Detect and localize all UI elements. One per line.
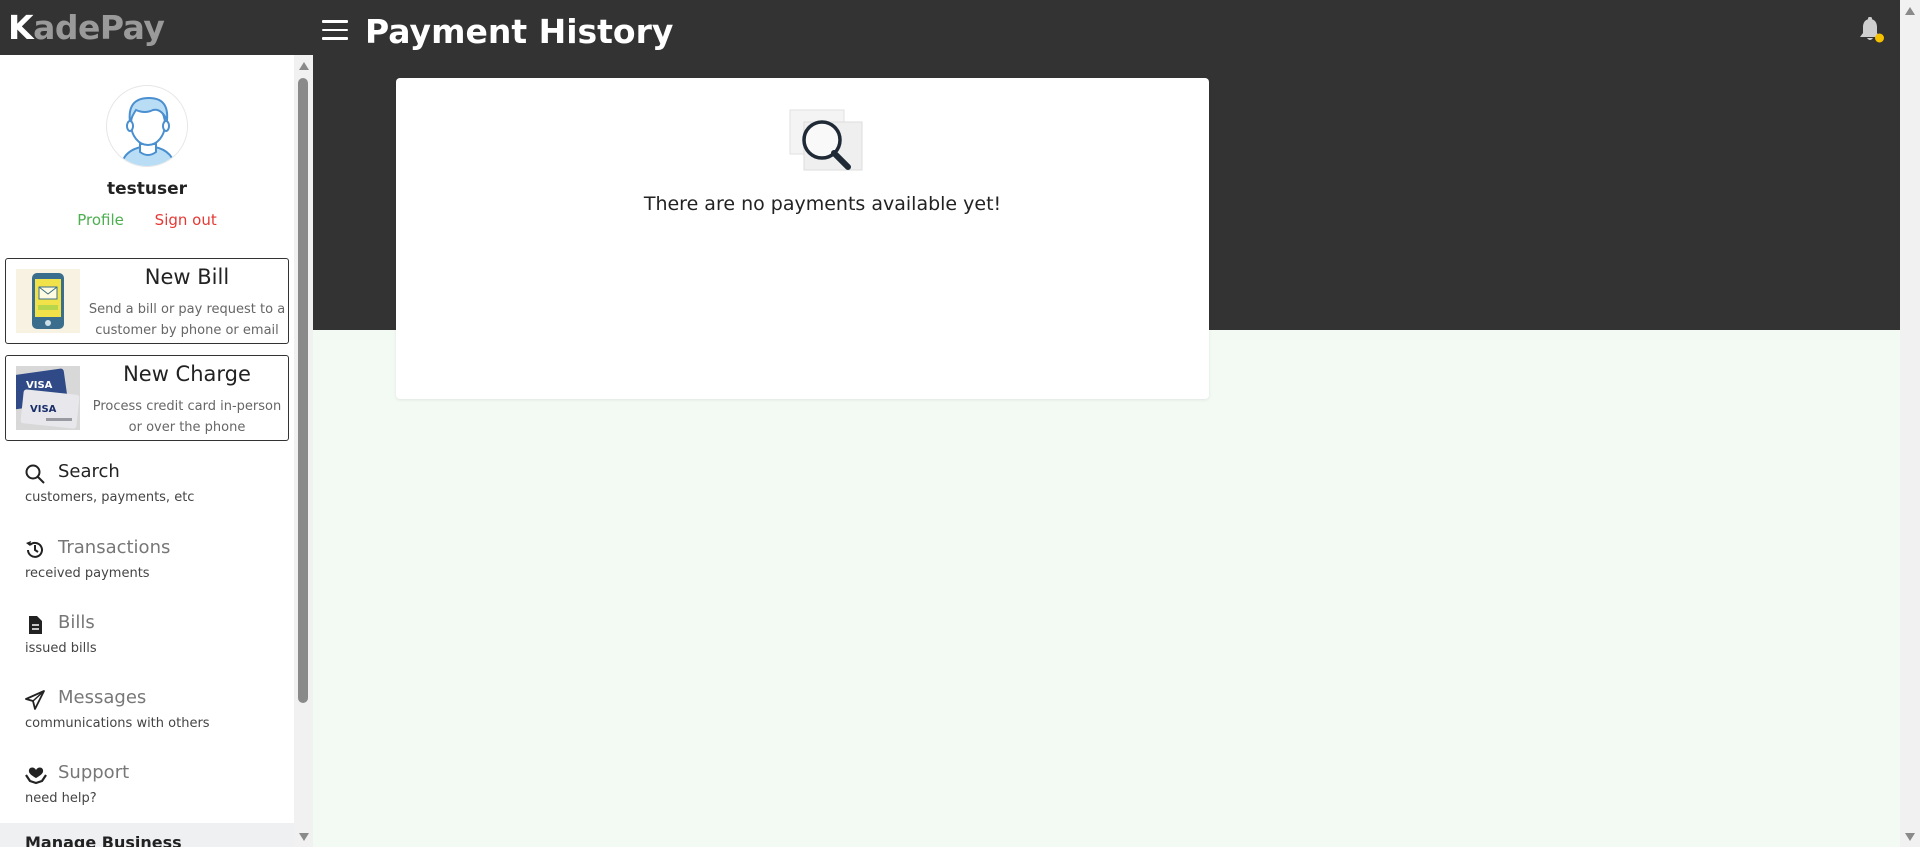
history-icon xyxy=(25,540,45,560)
phone-bill-icon xyxy=(16,269,80,333)
avatar[interactable] xyxy=(106,85,188,167)
manage-business-section[interactable]: Manage Business xyxy=(0,823,294,847)
credit-cards-icon: VISA VISA xyxy=(8,366,80,430)
sidebar-item-subtitle: need help? xyxy=(25,791,97,806)
sidebar-item-subtitle: customers, payments, etc xyxy=(25,490,195,505)
sidebar-item-search[interactable]: Search customers, payments, etc xyxy=(25,460,285,516)
scroll-down-icon[interactable] xyxy=(1905,833,1915,841)
notification-dot xyxy=(1875,33,1884,43)
logo[interactable]: KadePay xyxy=(0,0,313,55)
username: testuser xyxy=(106,179,188,199)
sidebar-item-transactions[interactable]: Transactions received payments xyxy=(25,536,285,592)
profile-link[interactable]: Profile xyxy=(77,211,124,229)
scroll-down-icon[interactable] xyxy=(299,833,309,841)
sidebar-item-support[interactable]: Support need help? xyxy=(25,761,285,817)
card-title: New Charge xyxy=(123,362,251,386)
support-hands-icon xyxy=(25,765,47,785)
menu-toggle-icon[interactable] xyxy=(322,20,348,42)
window-scrollbar[interactable] xyxy=(1900,0,1920,847)
sidebar-item-label: Messages xyxy=(58,687,147,708)
magnifier-icon xyxy=(784,108,868,182)
sidebar-scrollbar[interactable] xyxy=(294,55,313,847)
new-bill-button[interactable]: New Bill Send a bill or pay request to a… xyxy=(5,258,289,344)
logo-text: adePay xyxy=(33,8,165,47)
sidebar-item-label: Transactions xyxy=(58,537,171,558)
sidebar-item-subtitle: issued bills xyxy=(25,641,97,656)
logo-letter: K xyxy=(8,8,34,47)
search-icon xyxy=(25,464,45,484)
svg-text:VISA: VISA xyxy=(26,380,53,391)
sidebar-item-messages[interactable]: Messages communications with others xyxy=(25,686,285,742)
scrollbar-thumb[interactable] xyxy=(298,78,308,703)
new-charge-button[interactable]: VISA VISA New Charge Process credit card… xyxy=(5,355,289,441)
notification-bell-icon[interactable] xyxy=(1858,16,1886,46)
sidebar-item-bills[interactable]: Bills issued bills xyxy=(25,611,285,667)
scroll-up-icon[interactable] xyxy=(299,62,309,70)
scroll-up-icon[interactable] xyxy=(1905,7,1915,15)
sidebar-item-label: Search xyxy=(58,461,120,482)
card-description: Process credit card in-person or over th… xyxy=(92,399,282,435)
sidebar: testuser Profile Sign out New Bill Send … xyxy=(0,55,294,847)
svg-text:VISA: VISA xyxy=(30,404,57,415)
sidebar-item-label: Support xyxy=(58,762,130,783)
sidebar-item-subtitle: received payments xyxy=(25,566,150,581)
send-icon xyxy=(25,690,45,710)
page-title: Payment History xyxy=(365,12,674,51)
payment-history-card: There are no payments available yet! xyxy=(396,78,1209,399)
empty-state-message: There are no payments available yet! xyxy=(643,193,1002,215)
sidebar-item-subtitle: communications with others xyxy=(25,716,210,731)
sign-out-link[interactable]: Sign out xyxy=(155,211,217,229)
document-icon xyxy=(25,615,45,635)
sidebar-item-label: Bills xyxy=(58,612,95,633)
card-description: Send a bill or pay request to a customer… xyxy=(88,302,286,338)
manage-business-label: Manage Business xyxy=(25,833,182,847)
card-title: New Bill xyxy=(144,265,230,289)
